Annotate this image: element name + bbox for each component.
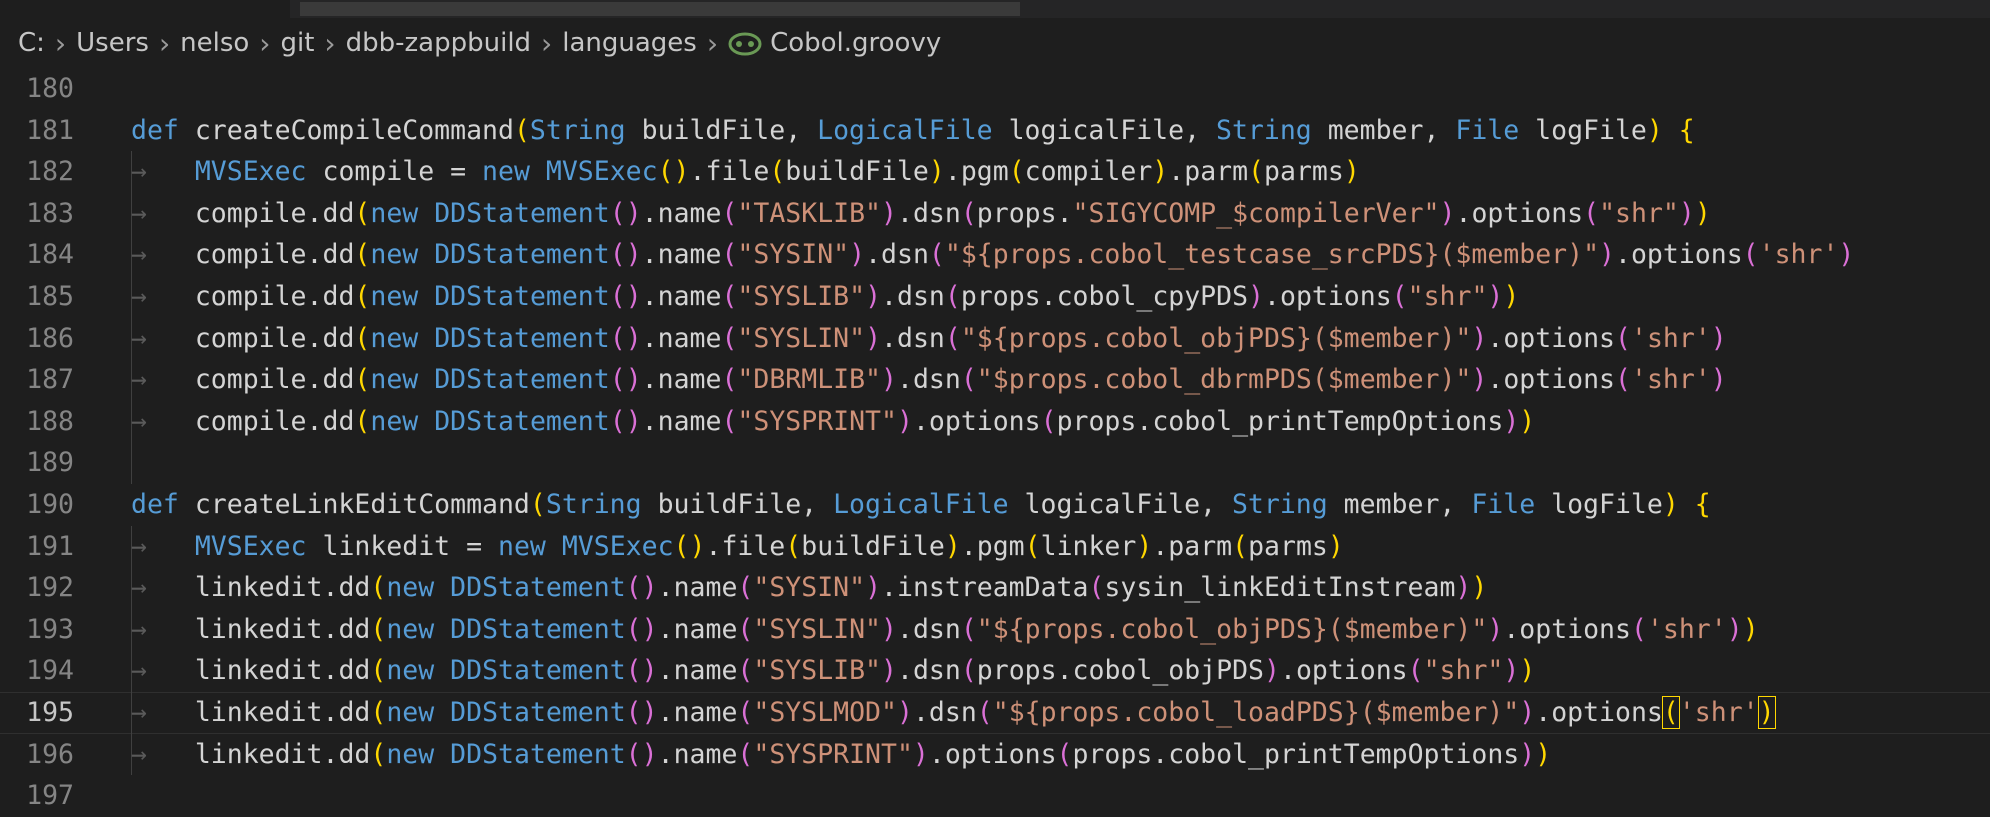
chevron-right-icon: ›: [324, 27, 335, 60]
line-number: 194: [0, 650, 74, 692]
code-text[interactable]: → MVSExec compile = new MVSExec().file(b…: [131, 151, 1360, 193]
breadcrumb-languages[interactable]: languages: [562, 28, 697, 58]
active-tab-strip[interactable]: [0, 0, 290, 18]
code-text[interactable]: → compile.dd(new DDStatement().name("TAS…: [131, 193, 1711, 235]
line-number: 190: [0, 484, 74, 526]
indent-guide: [131, 442, 132, 484]
code-line[interactable]: 184 → compile.dd(new DDStatement().name("…: [0, 234, 1990, 276]
breadcrumb-drive[interactable]: C:: [18, 28, 45, 58]
line-number: 183: [0, 193, 74, 235]
code-text[interactable]: def createLinkEditCommand(String buildFi…: [131, 484, 1711, 526]
code-text[interactable]: def createCompileCommand(String buildFil…: [131, 110, 1695, 152]
code-line[interactable]: 186 → compile.dd(new DDStatement().name("…: [0, 318, 1990, 360]
code-line[interactable]: 181 def createCompileCommand(String build…: [0, 110, 1990, 152]
line-number: 182: [0, 151, 74, 193]
line-number: 193: [0, 609, 74, 651]
code-line[interactable]: 192 → linkedit.dd(new DDStatement().name(…: [0, 567, 1990, 609]
code-line[interactable]: 183 → compile.dd(new DDStatement().name("…: [0, 193, 1990, 235]
horizontal-scrollbar-thumb[interactable]: [300, 2, 1020, 16]
code-line[interactable]: 182 → MVSExec compile = new MVSExec().fil…: [0, 151, 1990, 193]
breadcrumb-dbb-zappbuild[interactable]: dbb-zappbuild: [346, 28, 531, 58]
tab-strip: [0, 0, 1990, 18]
line-number: 189: [0, 442, 74, 484]
breadcrumb-file[interactable]: Cobol.groovy: [728, 28, 941, 58]
code-line[interactable]: 180: [0, 68, 1990, 110]
line-number: 192: [0, 567, 74, 609]
code-text[interactable]: → compile.dd(new DDStatement().name("SYS…: [131, 318, 1727, 360]
chevron-right-icon: ›: [259, 27, 270, 60]
code-text[interactable]: → linkedit.dd(new DDStatement().name("SY…: [131, 692, 1775, 734]
code-text[interactable]: → linkedit.dd(new DDStatement().name("SY…: [131, 609, 1759, 651]
chevron-right-icon: ›: [159, 27, 170, 60]
line-number: 181: [0, 110, 74, 152]
code-line-cursor[interactable]: 195 → linkedit.dd(new DDStatement().name(…: [0, 692, 1990, 734]
code-text[interactable]: → compile.dd(new DDStatement().name("SYS…: [131, 276, 1519, 318]
code-text[interactable]: → compile.dd(new DDStatement().name("DBR…: [131, 359, 1727, 401]
line-number: 197: [0, 775, 74, 817]
code-line[interactable]: 187 → compile.dd(new DDStatement().name("…: [0, 359, 1990, 401]
breadcrumb-file-label: Cobol.groovy: [770, 28, 941, 58]
line-number: 185: [0, 276, 74, 318]
breadcrumb: C: › Users › nelso › git › dbb-zappbuild…: [0, 18, 1990, 68]
line-number: 184: [0, 234, 74, 276]
code-text[interactable]: → linkedit.dd(new DDStatement().name("SY…: [131, 567, 1487, 609]
code-line[interactable]: 190 def createLinkEditCommand(String buil…: [0, 484, 1990, 526]
code-text[interactable]: → compile.dd(new DDStatement().name("SYS…: [131, 234, 1854, 276]
line-number: 191: [0, 526, 74, 568]
code-line[interactable]: 196 → linkedit.dd(new DDStatement().name(…: [0, 734, 1990, 776]
code-text[interactable]: → MVSExec linkedit = new MVSExec().file(…: [131, 526, 1344, 568]
code-text[interactable]: → linkedit.dd(new DDStatement().name("SY…: [131, 734, 1551, 776]
breadcrumb-nelso[interactable]: nelso: [180, 28, 249, 58]
line-number: 196: [0, 734, 74, 776]
breadcrumb-git[interactable]: git: [281, 28, 315, 58]
code-line[interactable]: 194 → linkedit.dd(new DDStatement().name(…: [0, 650, 1990, 692]
code-text[interactable]: → linkedit.dd(new DDStatement().name("SY…: [131, 650, 1535, 692]
groovy-file-icon: [728, 31, 762, 57]
chevron-right-icon: ›: [541, 27, 552, 60]
chevron-right-icon: ›: [707, 27, 718, 60]
code-text[interactable]: → compile.dd(new DDStatement().name("SYS…: [131, 401, 1535, 443]
code-editor[interactable]: 180181 def createCompileCommand(String bu…: [0, 68, 1990, 783]
code-line[interactable]: 189: [0, 442, 1990, 484]
line-number: 180: [0, 68, 74, 110]
line-number: 186: [0, 318, 74, 360]
line-number: 188: [0, 401, 74, 443]
line-number: 187: [0, 359, 74, 401]
breadcrumb-users[interactable]: Users: [76, 28, 149, 58]
line-number: 195: [0, 692, 74, 734]
code-line[interactable]: 188 → compile.dd(new DDStatement().name("…: [0, 401, 1990, 443]
code-line[interactable]: 191 → MVSExec linkedit = new MVSExec().fi…: [0, 526, 1990, 568]
code-line[interactable]: 197: [0, 775, 1990, 817]
code-line[interactable]: 193 → linkedit.dd(new DDStatement().name(…: [0, 609, 1990, 651]
chevron-right-icon: ›: [55, 27, 66, 60]
code-line[interactable]: 185 → compile.dd(new DDStatement().name("…: [0, 276, 1990, 318]
